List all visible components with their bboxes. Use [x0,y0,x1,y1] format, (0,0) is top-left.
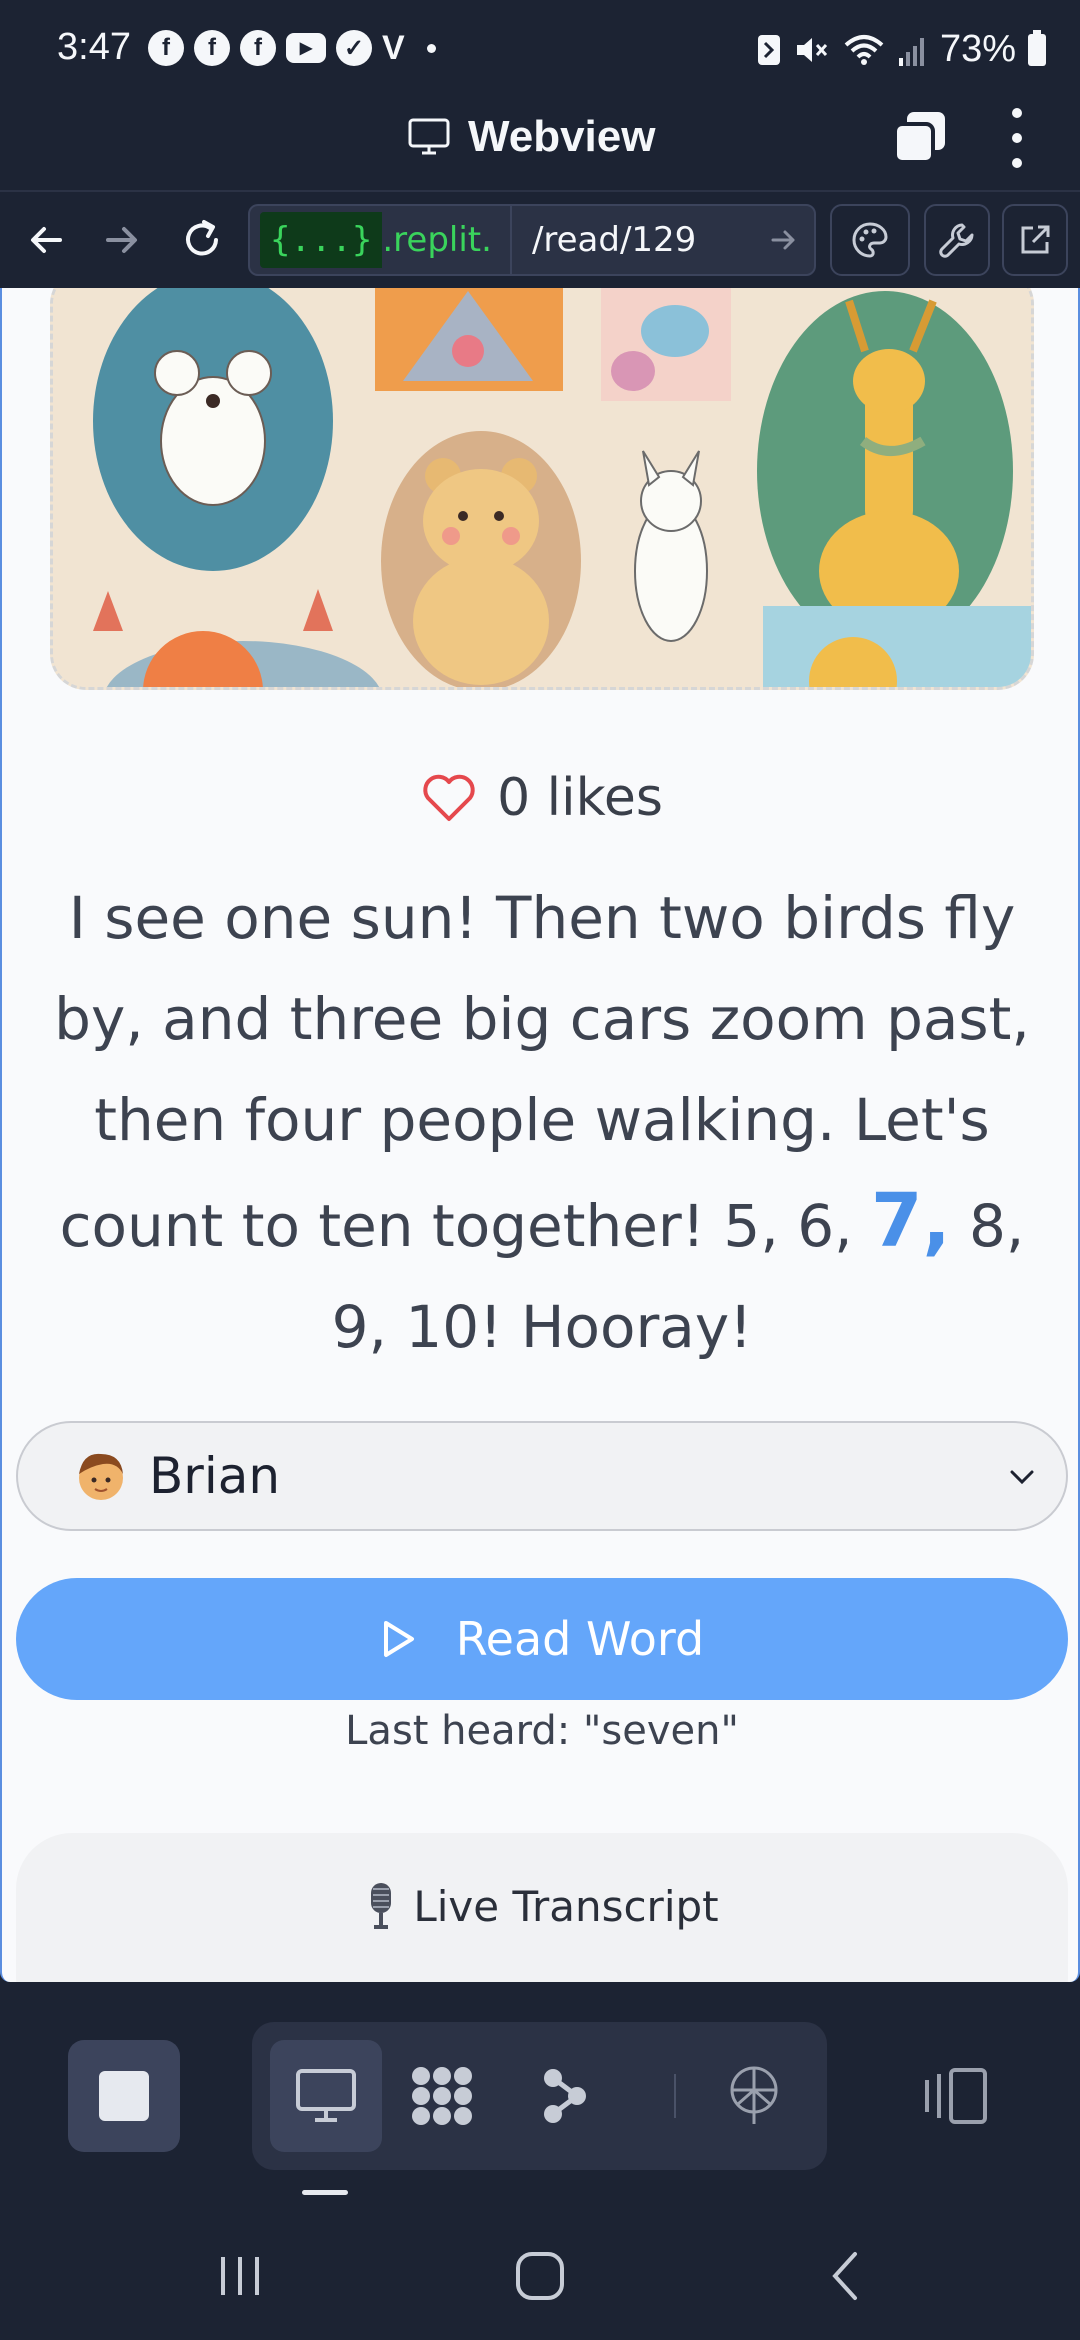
url-go-button[interactable] [754,206,814,274]
dock-separator [674,2074,676,2118]
system-navigation-bar [0,2212,1080,2340]
url-path: /read/129 [531,220,697,260]
story-illustration [50,288,1034,690]
tabs-icon [893,112,945,164]
facebook-icon: f [240,30,276,66]
nfc-icon [757,34,780,65]
monitor-icon [296,2069,356,2122]
antenna-icon [730,2066,778,2124]
v-icon: V [382,28,405,67]
more-options-button[interactable] [1005,108,1029,168]
status-bar: 3:47 f f f ▶ ✓ V 73% [0,0,1080,100]
arrow-right-icon [106,227,137,253]
theme-button[interactable] [830,204,910,276]
back-button[interactable] [18,212,74,268]
recent-apps-button[interactable] [190,2232,290,2320]
stop-icon [99,2071,149,2121]
deploy-tool-button[interactable] [698,2040,810,2152]
status-time: 3:47 [57,26,131,68]
url-host-suffix: .replit. [382,206,512,274]
current-word-highlight: 7, [870,1178,951,1264]
layout-switch-button[interactable] [900,2040,1012,2152]
webview-title: Webview [468,112,656,161]
agent-tool-button[interactable] [386,2040,498,2152]
monitor-icon [408,118,450,155]
read-word-label: Read Word [455,1612,705,1666]
reload-button[interactable] [174,212,230,268]
external-link-icon [1021,225,1050,254]
git-tool-button[interactable] [508,2040,620,2152]
system-back-button[interactable] [795,2232,895,2320]
webview-title-group: Webview [408,112,655,162]
voice-name: Brian [149,1447,281,1505]
boy-avatar-icon [79,1453,123,1500]
status-right: 73% [756,28,1046,71]
arrow-right-icon [771,230,795,250]
tabs-button[interactable] [893,110,947,164]
webview-viewport: 0 likes I see one sun! Then two birds fl… [0,288,1080,1982]
arrow-left-icon [31,227,62,253]
recents-icon [221,2257,259,2295]
dock-tool-group [252,2022,827,2170]
more-notifications-dot [426,43,436,53]
webview-header: Webview [0,100,1080,192]
last-heard-status: Last heard: "seven" [345,1708,739,1754]
live-transcript-title: Live Transcript [413,1881,719,1931]
facebook-icon: f [148,30,184,66]
mute-icon [796,37,828,62]
kebab-dot [1012,133,1022,143]
branch-icon [544,2069,586,2123]
check-badge-icon: ✓ [336,30,372,66]
wifi-icon [844,34,884,65]
replit-dock [0,1982,1080,2212]
webview-tool-button[interactable] [270,2040,382,2152]
battery-icon [1028,29,1046,66]
home-icon [516,2252,564,2300]
story-text: I see one sun! Then two birds fly by, an… [32,868,1052,1378]
url-toolbar: {...} .replit. /read/129 [0,192,1080,288]
palette-icon [852,222,888,258]
devtools-button[interactable] [924,204,990,276]
voice-select[interactable]: Brian [16,1421,1068,1531]
forward-button[interactable] [94,212,150,268]
open-external-button[interactable] [1002,204,1068,276]
signal-icon [898,37,924,66]
chevron-down-icon [1010,1470,1034,1485]
youtube-icon: ▶ [286,33,326,63]
url-field[interactable]: {...} .replit. /read/129 [248,204,816,276]
play-icon [383,1621,414,1657]
url-host-badge: {...} [260,212,383,268]
live-transcript-header: Live Transcript [16,1881,1068,1931]
animal-illustration [53,288,1031,687]
read-word-button[interactable]: Read Word [16,1578,1068,1700]
likes-count: 0 likes [497,768,663,828]
reload-icon [186,220,218,256]
microphone-icon [371,1883,392,1929]
battery-percent: 73% [939,28,1016,70]
grid-dots-icon [412,2067,472,2125]
back-chevron-icon [832,2252,857,2300]
heart-icon[interactable] [421,773,477,823]
notification-icons: f f f ▶ ✓ V [148,28,436,67]
likes-row: 0 likes [2,768,1078,828]
panel-layout-icon [925,2068,987,2124]
kebab-dot [1012,108,1022,118]
live-transcript-card: Live Transcript [16,1833,1068,1982]
wrench-icon [939,223,974,258]
dock-active-indicator [302,2190,348,2195]
facebook-icon: f [194,30,230,66]
home-button[interactable] [490,2232,590,2320]
stop-button[interactable] [68,2040,180,2152]
kebab-dot [1012,158,1022,168]
